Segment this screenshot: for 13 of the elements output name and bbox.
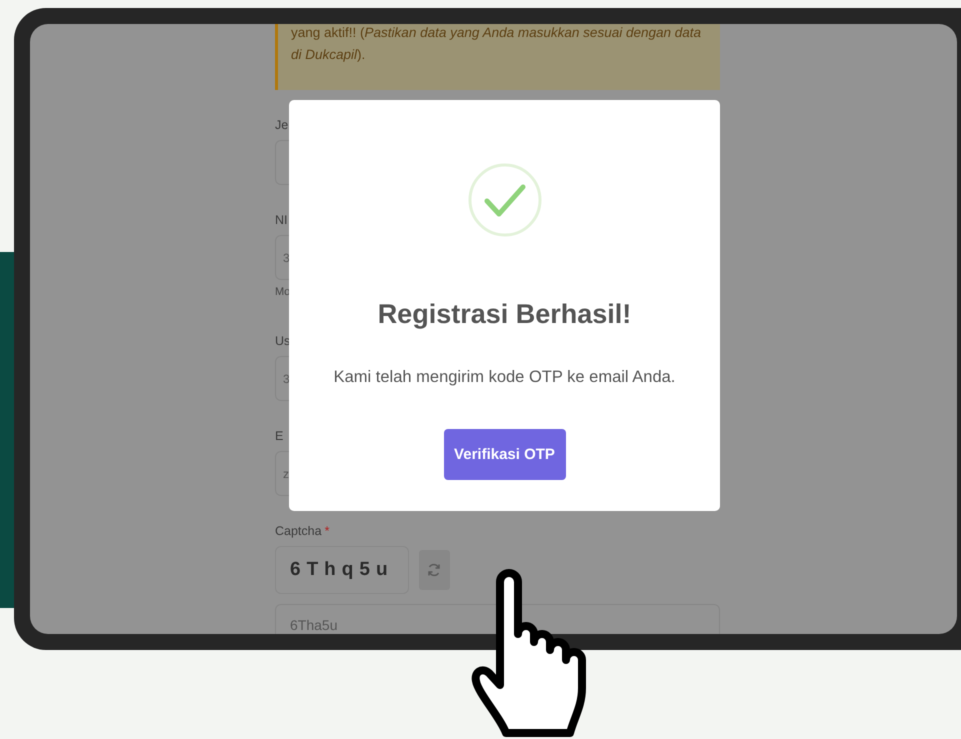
captcha-label: Captcha [275,524,322,538]
field-label: Je [275,118,288,132]
dialog-title: Registrasi Berhasil! [378,299,632,330]
check-icon [468,163,542,237]
refresh-icon [427,563,442,577]
required-mark: * [324,524,330,538]
dialog-message: Kami telah mengirim kode OTP ke email Anda. [334,368,676,387]
warning-notice: yang aktif!! (Pastikan data yang Anda masukkan sesuai dengan data di Dukcapil). [275,24,720,90]
verify-button[interactable]: Verifikasi OTP [444,429,566,480]
refresh-button[interactable] [418,550,450,590]
field-label: NI [275,213,288,227]
field-label: E [275,429,284,443]
captcha-image: 6Thq5u [275,546,409,594]
